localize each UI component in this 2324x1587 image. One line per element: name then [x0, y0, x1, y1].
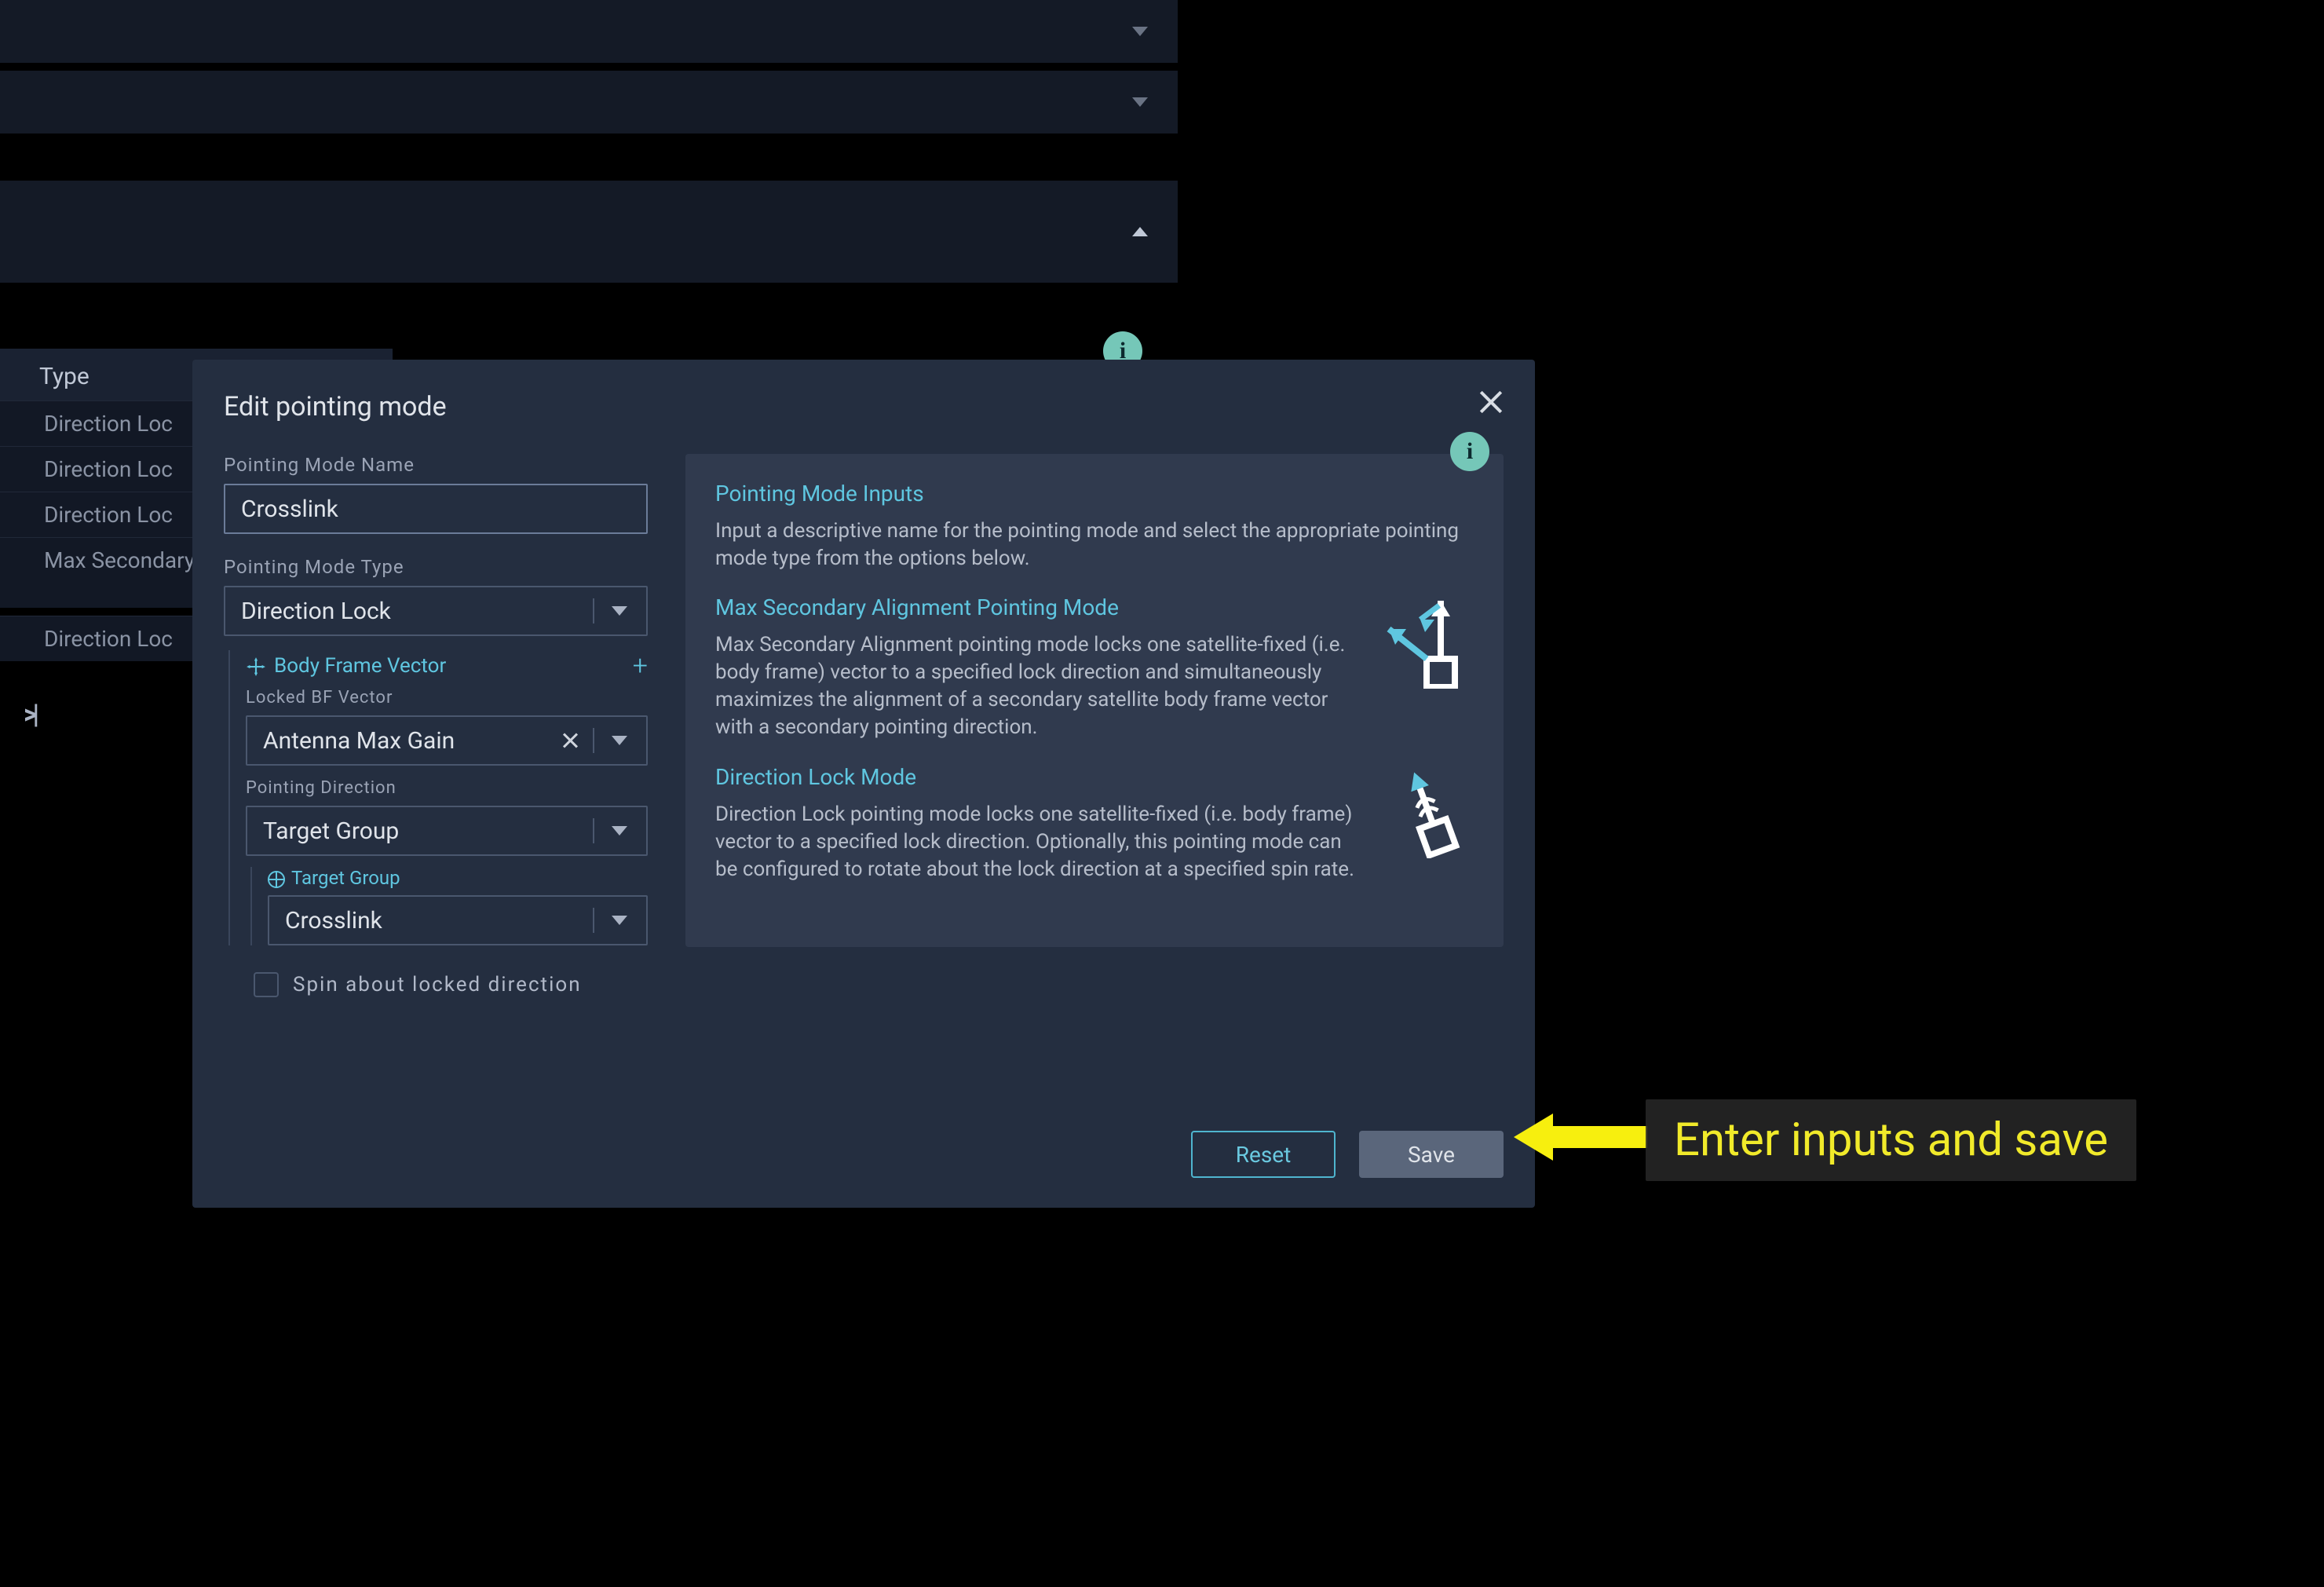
locked-bf-vector-value: Antenna Max Gain — [263, 727, 455, 755]
bg-expanded-section[interactable] — [0, 181, 1178, 283]
bg-collapsed-section-2[interactable] — [0, 71, 1178, 133]
pointing-direction-label: Pointing Direction — [246, 778, 648, 798]
pointing-mode-type-label: Pointing Mode Type — [224, 556, 648, 578]
chevron-down-icon — [612, 736, 627, 745]
pointing-direction-select[interactable]: Target Group — [246, 806, 648, 856]
spin-checkbox-label: Spin about locked direction — [293, 973, 582, 996]
dialog-title: Edit pointing mode — [224, 391, 1504, 422]
info-paragraph-maxsec: Max Secondary Alignment pointing mode lo… — [715, 631, 1356, 741]
annotation-label: Enter inputs and save — [1674, 1113, 2108, 1167]
info-heading-dirlock: Direction Lock Mode — [715, 764, 1356, 790]
pointing-direction-value: Target Group — [263, 817, 399, 845]
info-panel: i Pointing Mode Inputs Input a descripti… — [685, 454, 1504, 947]
close-icon[interactable] — [1477, 388, 1505, 416]
globe-icon — [268, 871, 285, 888]
locked-bf-vector-select[interactable]: Antenna Max Gain — [246, 715, 648, 766]
target-group-value: Crosslink — [285, 907, 382, 934]
save-button[interactable]: Save — [1359, 1131, 1504, 1178]
pointing-mode-type-value: Direction Lock — [241, 598, 391, 625]
chevron-down-icon — [612, 916, 627, 925]
pointing-mode-name-label: Pointing Mode Name — [224, 454, 648, 476]
bg-collapsed-section-1[interactable] — [0, 0, 1178, 63]
max-secondary-diagram-icon — [1379, 594, 1474, 689]
reset-button[interactable]: Reset — [1191, 1131, 1336, 1178]
annotation-label-box: Enter inputs and save — [1646, 1099, 2136, 1181]
info-heading-inputs: Pointing Mode Inputs — [715, 481, 1474, 506]
locked-bf-vector-label: Locked BF Vector — [246, 688, 648, 708]
info-icon[interactable]: i — [1450, 432, 1489, 471]
direction-lock-diagram-icon — [1379, 764, 1474, 858]
info-paragraph-inputs: Input a descriptive name for the pointin… — [715, 517, 1474, 572]
form-column: Pointing Mode Name Pointing Mode Type Di… — [224, 454, 648, 997]
chevron-down-icon — [612, 826, 627, 836]
pointing-mode-name-input[interactable] — [224, 484, 648, 534]
body-frame-vector-heading: Body Frame Vector — [246, 654, 446, 678]
edit-pointing-mode-dialog: Edit pointing mode Pointing Mode Name Po… — [192, 360, 1535, 1208]
clear-icon[interactable] — [561, 731, 580, 750]
pointing-mode-type-select[interactable]: Direction Lock — [224, 586, 648, 636]
target-group-select[interactable]: Crosslink — [268, 895, 648, 945]
collapse-sidebar-icon[interactable]: >| — [24, 699, 35, 730]
info-heading-maxsec: Max Secondary Alignment Pointing Mode — [715, 594, 1356, 620]
annotation-arrow — [1514, 1110, 1647, 1164]
target-group-label: Target Group — [268, 867, 648, 889]
axes-icon — [246, 656, 266, 676]
info-paragraph-dirlock: Direction Lock pointing mode locks one s… — [715, 801, 1356, 883]
add-body-frame-vector-icon[interactable]: + — [633, 650, 648, 682]
chevron-down-icon — [612, 606, 627, 616]
spin-checkbox[interactable] — [254, 972, 279, 997]
